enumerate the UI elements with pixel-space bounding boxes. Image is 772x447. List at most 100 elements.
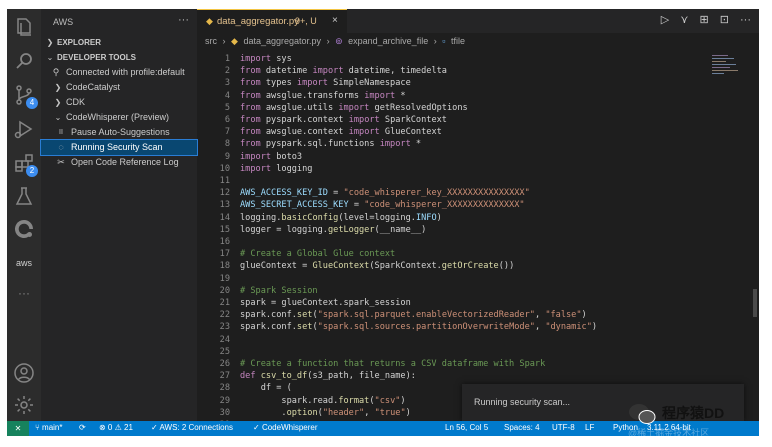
cursor-position[interactable]: Ln 56, Col 5 (445, 423, 488, 432)
testing-icon[interactable] (12, 185, 36, 209)
sidebar-more-icon[interactable]: ··· (178, 14, 189, 26)
run-dropdown-icon[interactable]: ⋎ (680, 14, 688, 26)
editor-scrollbar[interactable] (751, 51, 759, 421)
scrollbar-thumb[interactable] (753, 289, 757, 317)
pause-suggestions-item[interactable]: II Pause Auto-Suggestions (41, 125, 197, 140)
activity-bar: 4 2 aws ··· (7, 9, 41, 421)
problems-item[interactable]: ⊗ 0 ⚠ 21 (99, 423, 133, 432)
developer-tools-section[interactable]: ⌄ DEVELOPER TOOLS (41, 50, 197, 65)
breadcrumb-function[interactable]: expand_archive_file (348, 36, 428, 46)
notification-message: Running security scan... (474, 397, 571, 407)
tab-bar: ◆ data_aggregator.py 9+, U × ▷ ⋎ ⊞ ⊡ ··· (197, 9, 759, 33)
line-number: 24 (219, 334, 230, 345)
codewhisperer-item[interactable]: ⌄ CodeWhisperer (Preview) (41, 110, 197, 125)
breadcrumb: src › ◆ data_aggregator.py › ⊚ expand_ar… (205, 36, 468, 50)
watermark-sub: @稀土掘金技术社区 (628, 428, 710, 438)
line-number: 5 (224, 102, 230, 113)
code-line: from awsglue.context import GlueContext (240, 127, 442, 138)
line-number: 1 (224, 54, 230, 64)
code-line: logger = logging.getLogger(__name__) (240, 224, 427, 235)
code-line: # Create a function that returns a CSV d… (240, 359, 546, 369)
line-number: 18 (219, 261, 230, 272)
explorer-section[interactable]: ❯ EXPLORER (41, 35, 197, 50)
reference-icon: ✂ (57, 157, 65, 167)
wechat-logo (629, 404, 656, 424)
connection-item[interactable]: ⚲ Connected with profile:default (41, 65, 197, 80)
run-debug-icon[interactable] (12, 117, 36, 141)
split-editor-icon[interactable]: ⊡ (720, 14, 729, 26)
line-number: 16 (219, 237, 230, 247)
line-number: 15 (219, 224, 230, 235)
pause-icon: II (59, 129, 63, 136)
code-line: import sys (240, 54, 292, 64)
chevron-down-icon: ⌄ (54, 113, 62, 122)
close-icon[interactable]: × (332, 15, 338, 26)
line-number: 13 (219, 200, 230, 211)
line-number: 4 (224, 90, 230, 101)
breadcrumb-variable[interactable]: tfile (451, 36, 465, 46)
python-file-icon: ◆ (231, 36, 238, 46)
compare-icon[interactable]: ⊞ (699, 14, 708, 26)
line-number: 25 (219, 346, 230, 357)
more-actions-icon[interactable]: ··· (740, 14, 751, 26)
extensions-badge: 2 (26, 165, 38, 177)
cdk-item[interactable]: ❯ CDK (41, 95, 197, 110)
code-line: from types import SimpleNamespace (240, 78, 411, 89)
indentation[interactable]: Spaces: 4 (504, 423, 540, 432)
end-of-line[interactable]: LF (585, 423, 594, 432)
security-scan-item[interactable]: ◌ Running Security Scan (40, 139, 198, 156)
line-number: 3 (224, 78, 230, 89)
code-line: spark.read.format("csv") (240, 395, 406, 406)
remote-icon[interactable]: ✕ (7, 421, 29, 436)
code-line: # Create a Global Glue context (240, 249, 396, 260)
source-control-icon[interactable]: 4 (12, 83, 38, 109)
code-line: from datetime import datetime, timedelta (240, 66, 447, 77)
run-icon[interactable]: ▷ (661, 14, 669, 26)
code-line: AWS_ACCESS_KEY_ID = "code_whisperer_key_… (240, 188, 530, 199)
line-number: 6 (224, 115, 230, 125)
code-line: from pyspark.context import SparkContext (240, 115, 447, 125)
chevron-down-icon: ⌄ (46, 53, 54, 62)
sidebar: AWS ··· ❯ EXPLORER ⌄ DEVELOPER TOOLS ⚲ C… (40, 9, 198, 421)
encoding[interactable]: UTF-8 (552, 423, 575, 432)
editor-actions: ▷ ⋎ ⊞ ⊡ ··· (653, 13, 751, 26)
explorer-icon[interactable] (12, 15, 36, 39)
code-line: spark.conf.set("spark.sql.parquet.enable… (240, 310, 587, 321)
line-number: 27 (219, 371, 230, 382)
chevron-right-icon: ❯ (54, 83, 62, 92)
line-number: 2 (224, 66, 230, 77)
breadcrumb-file[interactable]: data_aggregator.py (243, 36, 321, 46)
aws-icon[interactable]: aws (12, 251, 36, 275)
line-number: 29 (219, 395, 230, 406)
search-icon[interactable] (12, 49, 36, 73)
watermark: 程序猿DD @稀土掘金技术社区 (628, 399, 768, 439)
breadcrumb-src[interactable]: src (205, 36, 217, 46)
line-number: 11 (219, 176, 230, 186)
reference-log-item[interactable]: ✂ Open Code Reference Log (41, 155, 197, 170)
loading-icon: ◌ (58, 142, 64, 152)
account-icon[interactable] (12, 361, 36, 385)
line-number: 14 (219, 212, 230, 223)
code-editor[interactable]: 1 import sys 2 from datetime import datetim… (197, 51, 717, 430)
codewhisperer-icon[interactable] (12, 217, 36, 241)
code-line: import logging (240, 163, 313, 174)
settings-icon[interactable] (12, 393, 36, 417)
tab-data-aggregator[interactable]: ◆ data_aggregator.py 9+, U × (197, 9, 347, 33)
more-icon[interactable]: ··· (12, 281, 36, 305)
extensions-icon[interactable]: 2 (12, 151, 38, 177)
line-number: 21 (219, 298, 230, 308)
vscode-window: 4 2 aws ··· AWS ··· ❯ EXPLORER ⌄ DEVELOP… (7, 9, 759, 436)
code-line: from awsglue.transforms import * (240, 90, 406, 101)
codewhisperer-status-item[interactable]: ✓ CodeWhisperer (253, 423, 318, 432)
aws-connections-item[interactable]: ✓ AWS: 2 Connections (151, 423, 233, 432)
line-number: 10 (219, 163, 230, 174)
chevron-right-icon: ❯ (54, 98, 62, 107)
code-line: df = ( (240, 383, 292, 394)
variable-icon: ▫ (442, 36, 446, 46)
line-number: 8 (224, 139, 230, 150)
sync-icon[interactable]: ⟳ (79, 423, 86, 432)
codecatalyst-item[interactable]: ❯ CodeCatalyst (41, 80, 197, 95)
watermark-name: 程序猿DD (662, 405, 725, 421)
branch-item[interactable]: ⑂ main* (35, 423, 62, 432)
minimap[interactable] (712, 51, 742, 81)
